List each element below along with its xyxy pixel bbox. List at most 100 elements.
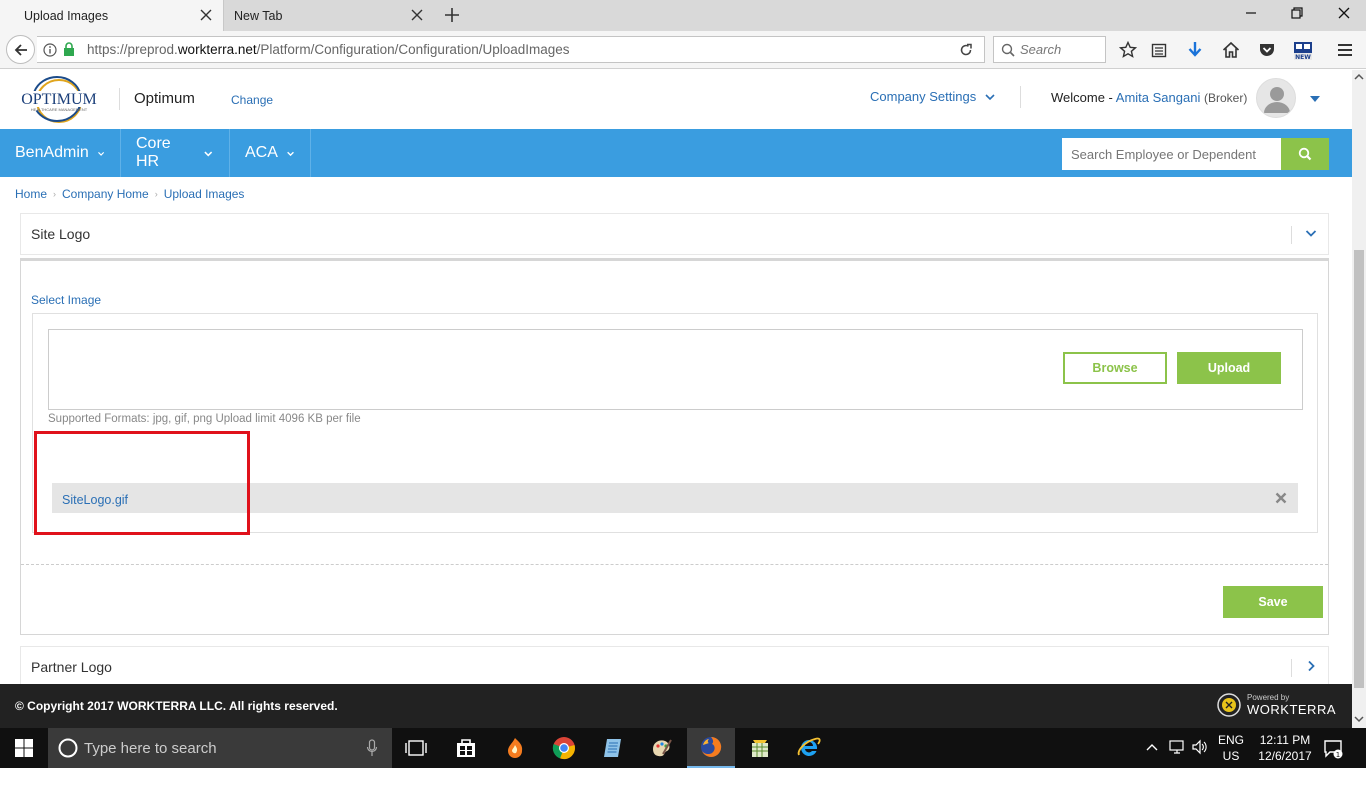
panel-divider: [1291, 659, 1292, 677]
show-hidden-icons-chevron-icon[interactable]: [1145, 742, 1159, 752]
chevron-down-icon: [287, 151, 294, 156]
user-silhouette-icon: [1264, 87, 1290, 113]
url-domain: workterra.net: [177, 42, 257, 57]
url-path: /Platform/Configuration/Configuration/Up…: [256, 42, 570, 57]
url-bar[interactable]: https://preprod.workterra.net/Platform/C…: [37, 36, 985, 63]
url-prefix: https://preprod.: [87, 42, 178, 57]
optimum-logo[interactable]: OPTIMUM HEALTHCARE MANAGEMENT: [13, 74, 105, 124]
user-menu-caret-icon[interactable]: [1310, 96, 1320, 102]
microphone-icon[interactable]: [366, 739, 378, 757]
powered-by-workterra: Powered by WORKTERRA: [1216, 692, 1336, 718]
bookmark-star-icon[interactable]: [1119, 41, 1137, 59]
save-button[interactable]: Save: [1223, 586, 1323, 618]
volume-icon[interactable]: [1191, 739, 1207, 755]
restore-icon[interactable]: [1289, 5, 1305, 21]
menu-aca[interactable]: ACA: [230, 129, 311, 177]
breadcrumb-home[interactable]: Home: [15, 187, 47, 201]
paint-app-icon[interactable]: [638, 728, 686, 768]
start-button[interactable]: [0, 728, 48, 768]
search-icon: [1001, 43, 1015, 57]
taskbar-search-placeholder: Type here to search: [84, 740, 217, 757]
panel-title: Site Logo: [31, 226, 91, 242]
browser-search-placeholder: Search: [1020, 42, 1062, 57]
chevron-down-icon[interactable]: [1304, 226, 1318, 240]
workterra-logo-icon: [1217, 693, 1241, 717]
firefox-dev-app-icon[interactable]: [491, 728, 539, 768]
download-icon[interactable]: [1186, 41, 1204, 59]
scrollbar-thumb[interactable]: [1354, 250, 1364, 688]
info-icon[interactable]: [43, 43, 57, 57]
scroll-up-icon[interactable]: [1352, 72, 1366, 82]
browser-search-input[interactable]: Search: [993, 36, 1106, 63]
menu-label: ACA: [245, 144, 278, 161]
menu-benadmin[interactable]: BenAdmin: [0, 129, 121, 177]
store-app-icon[interactable]: [442, 728, 490, 768]
employee-search-input[interactable]: [1062, 138, 1281, 170]
panel-divider: [1291, 226, 1292, 244]
site-logo-panel-header[interactable]: Site Logo: [20, 213, 1329, 255]
company-settings-label: Company Settings: [870, 89, 977, 104]
notepad-app-icon[interactable]: [589, 728, 637, 768]
close-window-icon[interactable]: [1336, 5, 1352, 21]
windows-taskbar: Type here to search ENG US 12:11 PM 12/6…: [0, 728, 1366, 768]
taskbar-search-box[interactable]: Type here to search: [48, 728, 392, 768]
action-center-icon[interactable]: 1: [1324, 739, 1344, 759]
back-arrow-icon: [14, 43, 27, 56]
header-divider: [1020, 86, 1021, 108]
change-company-link[interactable]: Change: [231, 93, 273, 107]
panel-title: Partner Logo: [31, 659, 112, 675]
company-name: Optimum: [134, 90, 195, 107]
header-divider: [119, 88, 120, 110]
reload-icon[interactable]: [959, 43, 973, 57]
annotation-highlight-box: [34, 431, 250, 535]
user-role: (Broker): [1203, 91, 1248, 105]
partner-logo-panel-header[interactable]: Partner Logo: [20, 646, 1329, 688]
remove-file-icon[interactable]: [1275, 492, 1287, 504]
user-name[interactable]: Amita Sangani: [1116, 90, 1201, 105]
minimize-icon[interactable]: [1243, 5, 1259, 21]
internet-explorer-app-icon[interactable]: [785, 728, 833, 768]
new-tab-icon[interactable]: [444, 7, 460, 23]
tab-new-tab[interactable]: New Tab: [224, 0, 434, 31]
tab-upload-images[interactable]: Upload Images: [0, 0, 224, 31]
lock-icon: [63, 42, 75, 56]
breadcrumb-company-home[interactable]: Company Home: [62, 187, 149, 201]
employee-search-button[interactable]: [1281, 138, 1329, 170]
task-view-icon[interactable]: [392, 728, 440, 768]
breadcrumb-upload-images[interactable]: Upload Images: [164, 187, 245, 201]
spreadsheet-app-icon[interactable]: [736, 728, 784, 768]
chevron-right-icon[interactable]: [1304, 659, 1318, 673]
back-button[interactable]: [6, 35, 35, 64]
close-tab-icon[interactable]: [199, 8, 213, 22]
clock[interactable]: 12:11 PM 12/6/2017: [1250, 732, 1320, 764]
reading-list-icon[interactable]: [1150, 41, 1168, 59]
language-indicator[interactable]: ENG US: [1216, 732, 1246, 764]
scroll-down-icon[interactable]: [1352, 714, 1366, 724]
pocket-icon[interactable]: [1258, 41, 1276, 59]
page-scrollbar[interactable]: [1352, 70, 1366, 728]
upload-button[interactable]: Upload: [1177, 352, 1281, 384]
search-icon: [1298, 147, 1312, 161]
tab-title: Upload Images: [24, 8, 109, 23]
language-bottom: US: [1222, 749, 1240, 763]
supported-formats-text: Supported Formats: jpg, gif, png Upload …: [48, 413, 361, 425]
firefox-app-icon[interactable]: [687, 728, 735, 768]
close-tab-icon[interactable]: [410, 8, 424, 22]
chevron-down-icon: [204, 151, 213, 156]
chrome-app-icon[interactable]: [540, 728, 588, 768]
home-icon[interactable]: [1222, 41, 1240, 59]
extension-new-icon[interactable]: NEW: [1293, 41, 1313, 61]
file-drop-zone[interactable]: Browse Upload: [48, 329, 1303, 410]
app-header: OPTIMUM HEALTHCARE MANAGEMENT Optimum Ch…: [0, 70, 1352, 129]
breadcrumb-separator-icon: ›: [154, 189, 158, 199]
company-settings-dropdown[interactable]: Company Settings: [870, 89, 996, 104]
browser-nav-bar: https://preprod.workterra.net/Platform/C…: [0, 31, 1366, 69]
browser-tab-bar: Upload Images New Tab: [0, 0, 1366, 31]
menu-core-hr[interactable]: Core HR: [121, 129, 230, 177]
avatar[interactable]: [1256, 78, 1296, 118]
breadcrumb: Home › Company Home › Upload Images: [15, 187, 244, 201]
browse-button[interactable]: Browse: [1063, 352, 1167, 384]
hamburger-menu-icon[interactable]: [1336, 41, 1354, 59]
network-icon[interactable]: [1169, 739, 1185, 755]
welcome-label: Welcome -: [1051, 90, 1113, 105]
